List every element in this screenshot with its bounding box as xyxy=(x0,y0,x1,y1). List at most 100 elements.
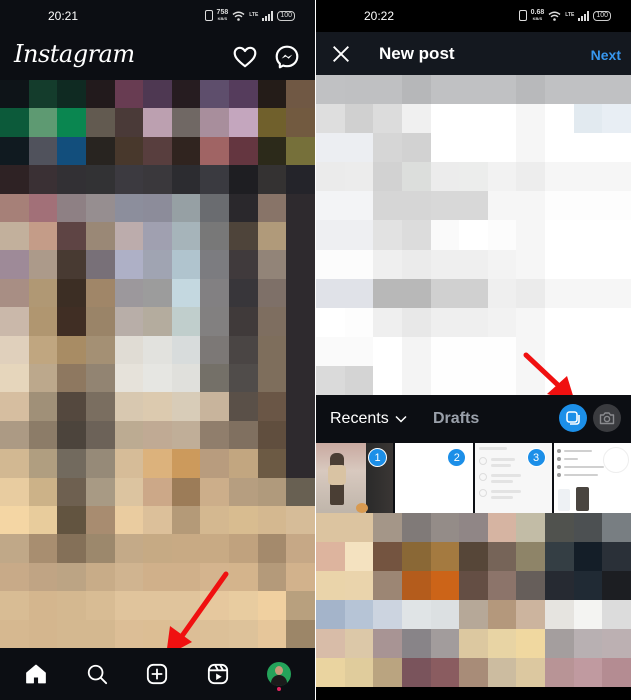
pixel-block xyxy=(573,658,603,687)
pixel-block xyxy=(229,449,258,478)
heart-icon[interactable] xyxy=(232,44,258,70)
pixel-block xyxy=(316,75,345,105)
pixel-block xyxy=(171,307,201,336)
close-icon[interactable] xyxy=(330,43,352,65)
feed-post-image-pixelated[interactable] xyxy=(0,80,315,648)
pixel-block xyxy=(257,591,287,620)
pixel-block xyxy=(114,420,144,450)
pixel-block xyxy=(257,477,287,506)
pixel-block xyxy=(401,191,431,221)
nav-create-post[interactable] xyxy=(142,659,172,689)
pixel-block xyxy=(57,392,86,421)
pixel-block xyxy=(57,136,86,166)
lte-indicator: LTE xyxy=(249,12,259,18)
pixel-block xyxy=(316,658,345,687)
pixel-block xyxy=(573,307,603,337)
pixel-block xyxy=(200,420,230,450)
pixel-block xyxy=(516,513,546,542)
nav-reels[interactable] xyxy=(203,659,233,689)
pixel-block xyxy=(401,336,431,366)
pixel-block xyxy=(0,193,29,222)
nav-home[interactable] xyxy=(21,659,51,689)
pixel-block xyxy=(114,80,144,109)
pixel-block xyxy=(373,542,402,571)
gallery-thumbnail[interactable]: 2 xyxy=(395,443,473,513)
gallery-selected-row: 1 2 3 xyxy=(316,443,631,513)
pixel-block xyxy=(516,571,546,600)
pixel-block xyxy=(0,505,29,535)
pixel-block xyxy=(114,562,144,592)
pixel-block xyxy=(316,278,345,308)
pixel-block xyxy=(229,165,258,194)
pixel-block xyxy=(459,542,488,571)
gallery-thumbnail[interactable]: 3 xyxy=(474,443,552,513)
pixel-block xyxy=(257,221,287,251)
pixel-block xyxy=(57,165,86,194)
pixel-block xyxy=(430,104,460,134)
pixel-block xyxy=(344,75,374,105)
pixel-block xyxy=(487,307,517,337)
pixel-block xyxy=(57,278,86,308)
instagram-logo[interactable]: Instagram xyxy=(14,40,135,68)
pixel-block xyxy=(459,278,488,308)
pixel-block xyxy=(0,534,29,563)
nav-search[interactable] xyxy=(82,659,112,689)
camera-button[interactable] xyxy=(593,404,621,432)
bottom-navigation xyxy=(0,648,315,700)
pixel-block xyxy=(602,220,631,250)
pixel-block xyxy=(573,133,603,163)
pixel-block xyxy=(286,250,315,279)
gallery-thumbnail[interactable] xyxy=(553,443,631,513)
pixel-block xyxy=(373,249,402,279)
pixel-block xyxy=(85,136,115,166)
pixel-block xyxy=(200,278,230,308)
pixel-block xyxy=(143,335,172,364)
pixel-block xyxy=(114,449,144,478)
pixel-block xyxy=(28,505,58,535)
pixel-block xyxy=(545,600,574,629)
pixel-block xyxy=(602,658,631,687)
pixel-block xyxy=(286,591,315,620)
pixel-block xyxy=(487,600,517,629)
pixel-block xyxy=(516,658,546,687)
drafts-tab[interactable]: Drafts xyxy=(433,410,479,428)
pixel-block xyxy=(487,629,517,658)
pixel-block xyxy=(114,477,144,506)
gallery-grid-pixelated[interactable] xyxy=(316,513,631,687)
pixel-block xyxy=(143,136,172,166)
pixel-block xyxy=(257,392,287,421)
pixel-block xyxy=(459,220,488,250)
pixel-block xyxy=(516,542,546,571)
next-button[interactable]: Next xyxy=(591,47,621,63)
pixel-block xyxy=(85,193,115,222)
pixel-block xyxy=(229,250,258,279)
pixel-block xyxy=(143,477,172,506)
multi-select-button[interactable] xyxy=(559,404,587,432)
pixel-block xyxy=(602,600,631,629)
pixel-block xyxy=(401,513,431,542)
nav-profile[interactable] xyxy=(264,659,294,691)
pixel-block xyxy=(487,191,517,221)
pixel-block xyxy=(373,191,402,221)
pixel-block xyxy=(286,392,315,421)
pixel-block xyxy=(28,449,58,478)
messenger-icon[interactable] xyxy=(274,44,300,70)
pixel-block xyxy=(200,193,230,222)
pixel-block xyxy=(430,571,460,600)
pixel-block xyxy=(545,513,574,542)
pixel-block xyxy=(114,108,144,137)
pixel-block xyxy=(516,278,546,308)
selection-order-badge: 1 xyxy=(368,448,387,467)
wifi-icon xyxy=(548,11,561,21)
recents-dropdown[interactable]: Recents xyxy=(330,410,407,428)
pixel-block xyxy=(487,220,517,250)
pixel-block xyxy=(373,278,402,308)
pixel-block xyxy=(257,505,287,535)
pixel-block xyxy=(344,542,374,571)
pixel-block xyxy=(143,193,172,222)
pixel-block xyxy=(286,420,315,450)
gallery-tabs: Recents Drafts xyxy=(316,395,631,443)
gallery-thumbnail[interactable]: 1 xyxy=(316,443,394,513)
pixel-block xyxy=(28,562,58,592)
pixel-block xyxy=(344,278,374,308)
